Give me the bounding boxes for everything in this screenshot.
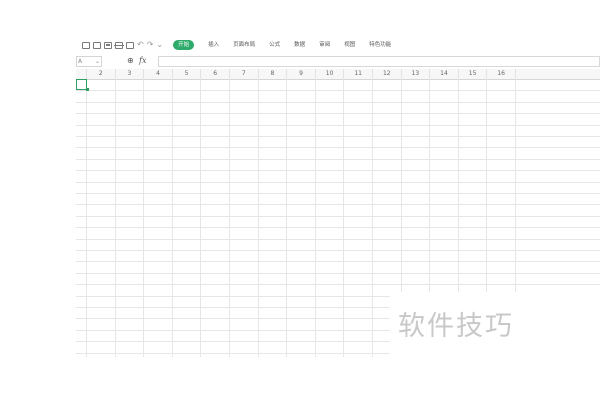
formula-input[interactable] <box>158 56 600 67</box>
column-header-cell[interactable]: 6 <box>201 69 230 79</box>
name-box[interactable]: A ⌄ <box>76 56 102 67</box>
column-header-cell[interactable]: 11 <box>344 69 373 79</box>
column-grid-line <box>257 79 259 357</box>
tab-data[interactable]: 数据 <box>294 41 305 49</box>
open-file-icon[interactable] <box>93 41 101 49</box>
column-header-cell[interactable]: 16 <box>487 69 516 79</box>
fill-handle[interactable] <box>86 88 89 91</box>
tab-home[interactable]: 开始 <box>173 40 195 50</box>
row-grid-line <box>76 102 600 103</box>
column-header-cell[interactable]: 2 <box>87 69 116 79</box>
column-header-cell[interactable]: 10 <box>316 69 345 79</box>
column-header-cell[interactable]: 12 <box>373 69 402 79</box>
column-grid-line <box>314 79 316 357</box>
tab-special-features[interactable]: 特色功能 <box>369 41 391 49</box>
column-grid-line <box>200 79 202 357</box>
column-grid-line <box>86 79 87 357</box>
row-grid-line <box>76 261 600 262</box>
row-grid-line <box>76 147 600 148</box>
row-grid-line <box>76 182 600 183</box>
row-grid-line <box>76 273 600 274</box>
tab-page-layout[interactable]: 页面布局 <box>233 41 255 49</box>
more-icon[interactable]: ⌄ <box>156 41 163 49</box>
row-grid-line <box>76 125 600 126</box>
column-header: 2 3 4 5 6 7 8 9 10 11 12 13 14 15 16 <box>76 69 600 80</box>
column-grid-line <box>343 79 345 357</box>
new-file-icon[interactable] <box>82 41 90 49</box>
quick-access-toolbar: ↶ ↷ ⌄ <box>82 41 163 49</box>
row-grid-line <box>76 284 600 285</box>
row-grid-line <box>76 227 600 228</box>
row-grid-line <box>76 216 600 217</box>
redo-icon[interactable]: ↷ <box>147 41 154 49</box>
chevron-down-icon[interactable]: ⌄ <box>95 57 100 66</box>
row-grid-line <box>76 250 600 251</box>
column-header-cell[interactable]: 3 <box>116 69 145 79</box>
row-grid-line <box>76 90 600 91</box>
save-icon[interactable] <box>104 41 112 49</box>
tab-view[interactable]: 视图 <box>344 41 355 49</box>
column-grid-line <box>114 79 116 357</box>
column-grid-line <box>286 79 288 357</box>
undo-icon[interactable]: ↶ <box>137 41 144 49</box>
column-header-cell[interactable] <box>76 69 87 79</box>
column-header-cell[interactable]: 5 <box>173 69 202 79</box>
print-icon[interactable] <box>114 41 124 49</box>
toolbar: ↶ ↷ ⌄ 开始 插入 页面布局 公式 数据 审阅 视图 特色功能 <box>76 38 600 52</box>
column-grid-line <box>229 79 230 357</box>
column-header-cell[interactable]: 13 <box>402 69 431 79</box>
column-header-cell[interactable]: 9 <box>287 69 316 79</box>
column-grid-line <box>171 79 173 357</box>
row-grid-line <box>76 239 600 240</box>
insert-function-icon[interactable]: fx <box>139 55 146 67</box>
name-box-value: A <box>78 58 83 65</box>
column-header-cell[interactable]: 4 <box>144 69 173 79</box>
row-grid-line <box>76 159 600 160</box>
tab-formulas[interactable]: 公式 <box>269 41 280 49</box>
column-header-cell[interactable]: 7 <box>230 69 259 79</box>
formula-bar: A ⌄ ⊕ fx <box>76 56 600 68</box>
column-header-cell[interactable]: 8 <box>259 69 288 79</box>
column-header-cell[interactable]: 14 <box>430 69 459 79</box>
column-grid-line <box>372 79 373 357</box>
watermark: 软件技巧 <box>398 311 514 342</box>
tab-review[interactable]: 审阅 <box>319 41 330 49</box>
row-grid-line <box>76 204 600 205</box>
column-header-cell[interactable]: 15 <box>459 69 488 79</box>
row-grid-line <box>76 170 600 171</box>
row-grid-line <box>76 193 600 194</box>
tab-insert[interactable]: 插入 <box>208 41 219 49</box>
print-preview-icon[interactable] <box>126 41 134 49</box>
row-grid-line <box>76 136 600 137</box>
row-grid-line <box>76 113 600 114</box>
zoom-icon[interactable]: ⊕ <box>127 55 134 67</box>
column-grid-line <box>143 79 145 357</box>
ribbon-tabs: 开始 插入 页面布局 公式 数据 审阅 视图 特色功能 <box>173 40 405 50</box>
